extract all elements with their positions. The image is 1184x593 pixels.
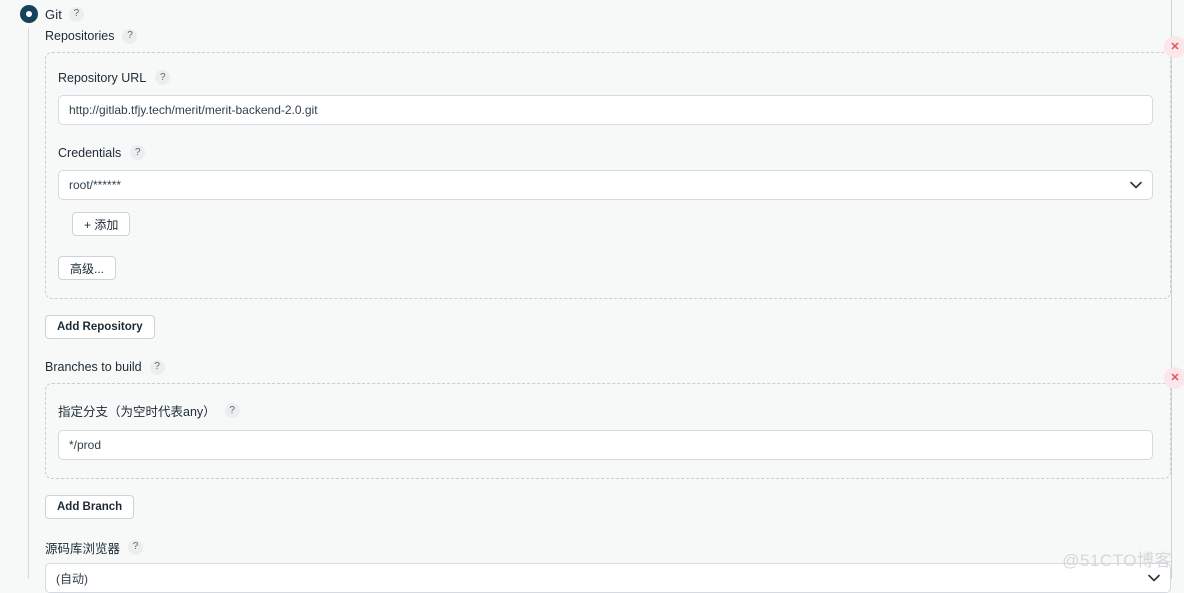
help-icon-repository-url[interactable]: ? [155, 70, 171, 85]
repository-browser-select[interactable]: (自动) [45, 563, 1171, 593]
repositories-section-label: Repositories ? [45, 28, 1171, 44]
repository-url-input[interactable] [58, 95, 1153, 125]
repository-entry-block: ✕ Repository URL ? Credentials ? root/**… [45, 36, 1184, 299]
branch-specifier-label: 指定分支（为空时代表any） ? [58, 401, 1153, 420]
help-icon-branches[interactable]: ? [149, 359, 165, 375]
credentials-select-wrap: root/****** [58, 170, 1153, 200]
add-repository-button[interactable]: Add Repository [45, 315, 155, 339]
repository-browser-label-text: 源码库浏览器 [45, 541, 121, 556]
credentials-select[interactable]: root/****** [58, 170, 1153, 200]
help-icon-repositories[interactable]: ? [122, 28, 138, 44]
scm-git-config-page: Git ? Repositories ? ✕ Repository URL ? … [0, 0, 1184, 593]
help-icon-repository-browser[interactable]: ? [128, 539, 144, 555]
branches-section-label: Branches to build ? [45, 359, 1171, 375]
credentials-label-text: Credentials [58, 145, 122, 160]
help-icon-credentials[interactable]: ? [130, 145, 146, 160]
help-icon-branch-specifier[interactable]: ? [224, 403, 240, 418]
scm-git-radio-row[interactable]: Git ? [20, 4, 84, 24]
delete-branch-button[interactable]: ✕ [1164, 367, 1184, 389]
repository-url-label-text: Repository URL [58, 70, 147, 85]
add-branch-button[interactable]: Add Branch [45, 495, 135, 519]
repositories-label-text: Repositories [45, 29, 115, 43]
branch-specifier-input[interactable] [58, 430, 1153, 460]
repository-url-label: Repository URL ? [58, 70, 1153, 85]
git-radio-button[interactable] [20, 5, 38, 23]
delete-repository-button[interactable]: ✕ [1164, 36, 1184, 58]
branch-entry-block: ✕ 指定分支（为空时代表any） ? [45, 367, 1184, 479]
advanced-button[interactable]: 高级... [58, 256, 117, 280]
branches-label-text: Branches to build [45, 360, 142, 374]
git-radio-label: Git [45, 6, 62, 22]
git-config-column: Repositories ? ✕ Repository URL ? Creden… [28, 28, 1184, 593]
credentials-label: Credentials ? [58, 145, 1153, 160]
repository-browser-select-wrap: (自动) [45, 563, 1171, 593]
branch-specifier-label-text: 指定分支（为空时代表any） [58, 405, 216, 419]
repository-browser-label: 源码库浏览器 ? [45, 539, 1171, 556]
add-credential-button[interactable]: + 添加 [72, 212, 131, 236]
help-icon-git[interactable]: ? [68, 6, 84, 22]
right-vertical-rule [1171, 0, 1172, 579]
